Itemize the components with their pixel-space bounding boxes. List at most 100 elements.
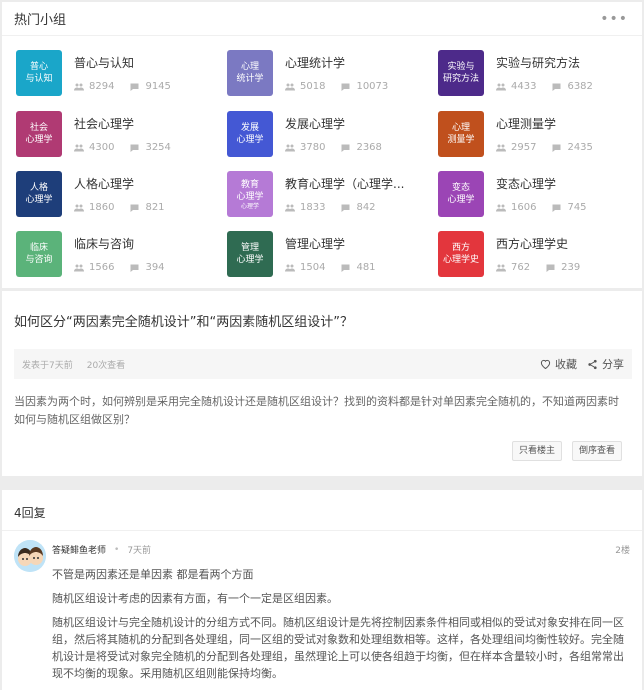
group-tile-icon: 实验与 研究方法 bbox=[438, 50, 484, 96]
group-info: 临床与咨询 1566 394 bbox=[74, 231, 216, 277]
members-icon bbox=[285, 144, 295, 152]
member-count: 4433 bbox=[511, 81, 537, 92]
members-icon bbox=[74, 144, 84, 152]
group-stats: 1606 745 bbox=[496, 202, 638, 213]
group-stats: 2957 2435 bbox=[496, 142, 638, 153]
group-item[interactable]: 变态 心理学 变态心理学 1606 745 bbox=[438, 171, 638, 217]
reverse-order-button[interactable]: 倒序查看 bbox=[571, 441, 622, 461]
member-count: 1566 bbox=[89, 262, 115, 273]
group-tile-line2: 心理学 bbox=[236, 255, 264, 265]
group-tile-line2: 心理学 bbox=[25, 195, 53, 205]
post-count: 394 bbox=[145, 262, 165, 273]
group-name[interactable]: 管理心理学 bbox=[285, 235, 427, 252]
members-icon bbox=[285, 264, 295, 272]
group-tile-icon: 西方 心理学史 bbox=[438, 231, 484, 277]
members-icon bbox=[74, 83, 84, 91]
question-body: 当因素为两个时，如何辨别是采用完全随机设计还是随机区组设计？找到的资料都是针对单… bbox=[14, 395, 619, 426]
group-tile-line1: 临床 bbox=[29, 243, 48, 253]
group-item[interactable]: 心理 统计学 心理统计学 5018 10073 bbox=[227, 50, 427, 96]
group-tile-line2: 心理学 bbox=[447, 195, 475, 205]
group-tile-line1: 实验与 bbox=[447, 62, 475, 72]
group-tile-line1: 心理 bbox=[451, 123, 470, 133]
group-item[interactable]: 管理 心理学 管理心理学 1504 481 bbox=[227, 231, 427, 277]
group-name[interactable]: 心理测量学 bbox=[496, 115, 638, 132]
post-count: 2368 bbox=[356, 142, 382, 153]
group-item[interactable]: 临床 与咨询 临床与咨询 1566 394 bbox=[16, 231, 216, 277]
group-tile-line1: 普心 bbox=[29, 62, 48, 72]
answer-author[interactable]: 答疑鲱鱼老师 bbox=[52, 543, 106, 556]
posts-icon bbox=[130, 204, 140, 212]
group-info: 管理心理学 1504 481 bbox=[285, 231, 427, 277]
post-count: 10073 bbox=[356, 81, 389, 92]
favorite-button[interactable]: 收藏 bbox=[540, 356, 577, 372]
group-stats: 5018 10073 bbox=[285, 81, 427, 92]
member-count: 762 bbox=[511, 262, 531, 273]
group-item[interactable]: 实验与 研究方法 实验与研究方法 4433 6382 bbox=[438, 50, 638, 96]
member-count: 1833 bbox=[300, 202, 326, 213]
only-author-button[interactable]: 只看楼主 bbox=[511, 441, 562, 461]
group-stats: 4433 6382 bbox=[496, 81, 638, 92]
group-info: 人格心理学 1860 821 bbox=[74, 171, 216, 217]
answer-time: 7天前 bbox=[127, 546, 152, 556]
post-count: 842 bbox=[356, 202, 376, 213]
member-count: 8294 bbox=[89, 81, 115, 92]
post-count: 239 bbox=[561, 262, 581, 273]
group-name[interactable]: 人格心理学 bbox=[74, 175, 216, 192]
avatar[interactable] bbox=[14, 540, 46, 572]
group-name[interactable]: 教育心理学（心理学... bbox=[285, 175, 427, 192]
group-item[interactable]: 发展 心理学 发展心理学 3780 2368 bbox=[227, 111, 427, 157]
group-tile-line1: 社会 bbox=[29, 123, 48, 133]
question-buttons: 只看楼主 倒序查看 bbox=[511, 441, 622, 461]
posts-icon bbox=[546, 264, 556, 272]
posted-time: 发表于7天前 bbox=[22, 360, 73, 371]
group-name[interactable]: 实验与研究方法 bbox=[496, 54, 638, 71]
view-count: 20次查看 bbox=[86, 360, 126, 371]
member-count: 1504 bbox=[300, 262, 326, 273]
group-item[interactable]: 普心 与认知 普心与认知 8294 9145 bbox=[16, 50, 216, 96]
share-icon bbox=[588, 359, 597, 369]
group-tile-icon: 管理 心理学 bbox=[227, 231, 273, 277]
posts-icon bbox=[552, 204, 562, 212]
group-name[interactable]: 社会心理学 bbox=[74, 115, 216, 132]
group-tile-icon: 发展 心理学 bbox=[227, 111, 273, 157]
members-icon bbox=[74, 264, 84, 272]
member-count: 4300 bbox=[89, 142, 115, 153]
members-icon bbox=[496, 144, 506, 152]
posts-icon bbox=[341, 144, 351, 152]
group-tile-line2: 研究方法 bbox=[442, 74, 479, 84]
group-tile-line2: 统计学 bbox=[236, 74, 264, 84]
share-button[interactable]: 分享 bbox=[587, 356, 624, 372]
answer-paragraph-2: 随机区组设计考虑的因素有方面，有一个一定是区组因素。 bbox=[52, 592, 338, 605]
group-tile-line2: 心理学 bbox=[236, 135, 264, 145]
group-tile-line2: 心理学 bbox=[25, 135, 53, 145]
group-name[interactable]: 西方心理学史 bbox=[496, 235, 638, 252]
group-tile-line1: 心理 bbox=[240, 62, 259, 72]
group-tile-line2: 心理学 bbox=[236, 191, 264, 202]
more-dots-icon[interactable]: ••• bbox=[600, 11, 628, 27]
group-item[interactable]: 社会 心理学 社会心理学 4300 3254 bbox=[16, 111, 216, 157]
group-item[interactable]: 西方 心理学史 西方心理学史 762 239 bbox=[438, 231, 638, 277]
group-item[interactable]: 教育 心理学 心理学 教育心理学（心理学... 1833 842 bbox=[227, 171, 427, 217]
heart-icon bbox=[540, 359, 551, 369]
post-count: 2435 bbox=[567, 142, 593, 153]
group-info: 心理统计学 5018 10073 bbox=[285, 50, 427, 96]
posts-icon bbox=[341, 83, 351, 91]
group-tile-icon: 普心 与认知 bbox=[16, 50, 62, 96]
group-name[interactable]: 普心与认知 bbox=[74, 54, 216, 71]
group-stats: 1566 394 bbox=[74, 262, 216, 273]
post-count: 9145 bbox=[145, 81, 171, 92]
group-info: 心理测量学 2957 2435 bbox=[496, 111, 638, 157]
group-item[interactable]: 心理 测量学 心理测量学 2957 2435 bbox=[438, 111, 638, 157]
group-info: 社会心理学 4300 3254 bbox=[74, 111, 216, 157]
group-tile-line1: 人格 bbox=[29, 183, 48, 193]
members-icon bbox=[74, 204, 84, 212]
group-item[interactable]: 人格 心理学 人格心理学 1860 821 bbox=[16, 171, 216, 217]
reply-count: 4回复 bbox=[14, 506, 46, 520]
group-name[interactable]: 心理统计学 bbox=[285, 54, 427, 71]
group-tile-icon: 心理 测量学 bbox=[438, 111, 484, 157]
posts-icon bbox=[130, 264, 140, 272]
group-name[interactable]: 变态心理学 bbox=[496, 175, 638, 192]
group-tile-line2: 与认知 bbox=[25, 74, 53, 84]
group-name[interactable]: 临床与咨询 bbox=[74, 235, 216, 252]
group-name[interactable]: 发展心理学 bbox=[285, 115, 427, 132]
